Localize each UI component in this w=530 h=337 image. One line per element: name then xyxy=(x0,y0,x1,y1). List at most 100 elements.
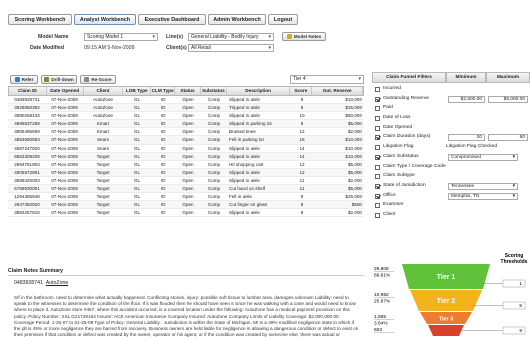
filter-checkbox[interactable] xyxy=(375,174,380,180)
lines-label: Line(s) xyxy=(166,34,184,40)
clients-value: All Retail xyxy=(191,45,211,51)
col-status[interactable]: Status xyxy=(175,87,201,95)
threshold-value: 1 xyxy=(519,281,522,287)
filter-checkbox[interactable] xyxy=(375,164,380,170)
tier-select[interactable]: Tier 4 ▾ xyxy=(290,75,364,84)
funnel-tier-count: 502 xyxy=(374,327,382,333)
table-cell: Sears xyxy=(96,137,109,143)
table-cell: Target xyxy=(96,194,110,200)
table-cell: Comp xyxy=(207,210,221,216)
table-row[interactable]: 2894781903 07-Nov-2009 Target GL IO Open Comp H… xyxy=(8,161,364,169)
table-row[interactable]: 6883309209 07-Nov-2009 Target GL IO Open Comp S… xyxy=(8,152,364,161)
filter-checkbox[interactable] xyxy=(375,125,380,131)
filter-checkbox[interactable] xyxy=(375,183,380,189)
col-client[interactable]: Client xyxy=(84,87,124,95)
table-row[interactable]: 3893267816 07-Nov-2009 Target GL IO Open Comp S… xyxy=(8,209,364,218)
table-cell: 3980258433 xyxy=(14,113,40,119)
table-cell: Comp xyxy=(207,129,221,135)
filter-label: Client xyxy=(383,211,396,217)
table-row[interactable]: 4687247920 07-Nov-2009 Sears GL IO Open Comp Sl… xyxy=(8,145,364,153)
funnel-tier-count: 1,565 xyxy=(374,314,386,320)
lines-value: General Liability - Bodily Injury xyxy=(191,34,259,40)
table-row[interactable]: 5789930091 07-Nov-2009 Target GL IO Open Comp C… xyxy=(8,185,364,194)
table-cell: 07-Nov-2009 xyxy=(51,161,78,167)
filter-min-input[interactable]: 30 xyxy=(448,134,485,142)
table-cell: IO xyxy=(160,186,166,192)
table-cell: IO xyxy=(160,169,166,175)
table-row[interactable]: 3689420003 07-Nov-2009 Target GL IO Open Comp S… xyxy=(8,177,364,186)
filter-checkbox[interactable] xyxy=(375,145,380,151)
table-cell: 10 xyxy=(299,113,305,119)
table-cell: 2894781903 xyxy=(14,161,40,167)
table-cell: Target xyxy=(96,177,110,183)
table-cell: Open xyxy=(182,97,194,102)
col-out-reserve[interactable]: Out. Reserve xyxy=(312,87,364,95)
filter-label: Date of Loss xyxy=(383,115,411,121)
model-notes-button[interactable]: Model Notes xyxy=(282,32,326,41)
filter-checkbox[interactable] xyxy=(375,212,380,218)
filter-min-input[interactable]: $2,500.00 xyxy=(448,95,485,103)
table-row[interactable]: 0483928741 07-Nov-2009 AutoZone GL IO Open Com… xyxy=(8,96,364,105)
table-cell: Open xyxy=(182,161,194,167)
filter-checkbox[interactable] xyxy=(375,203,380,209)
table-cell: Slipped in aisle xyxy=(229,169,260,175)
table-cell: GL xyxy=(133,145,141,151)
table-row[interactable]: 2947382920 07-Nov-2009 Target GL IO Open Comp C… xyxy=(8,201,364,210)
col-date-opened[interactable]: Date Opened xyxy=(47,87,84,95)
table-row[interactable]: 3928850392 07-Nov-2009 AutoZone GL IO Open Com… xyxy=(8,104,364,113)
table-row[interactable]: 3980258433 07-Nov-2009 AutoZone GL IO Open Com… xyxy=(8,112,364,121)
table-row[interactable]: 4905972891 07-Nov-2009 Target GL IO Open Comp S… xyxy=(8,168,364,177)
table-cell: 07-Nov-2009 xyxy=(51,121,78,127)
filter-select[interactable]: Tennessee ▾ xyxy=(448,182,518,190)
filter-max-input[interactable]: $5,000.00 xyxy=(488,95,528,103)
table-cell: 07-Nov-2009 xyxy=(51,177,78,183)
col-description[interactable]: Description xyxy=(227,87,291,95)
table-cell: GL xyxy=(133,202,141,208)
filter-checkbox[interactable] xyxy=(375,154,380,160)
re-score-button[interactable]: Re-Score xyxy=(80,75,116,84)
filter-checkbox[interactable] xyxy=(375,116,380,122)
filter-checkbox[interactable] xyxy=(375,96,380,102)
col-lob-type[interactable]: LOB Type xyxy=(123,87,152,95)
tab-admin-workbench[interactable]: Admin Workbench xyxy=(208,14,266,25)
model-name-select[interactable]: Scoring Model 1 ▾ xyxy=(84,33,158,41)
filter-checkbox[interactable] xyxy=(375,106,380,112)
filter-checkbox[interactable] xyxy=(375,87,380,92)
tab-logout[interactable]: Logout xyxy=(268,14,298,25)
col-substatus[interactable]: Substatus xyxy=(201,87,227,95)
table-cell: $10,000 xyxy=(345,97,362,102)
table-cell: 18 xyxy=(299,137,305,143)
claim-notes-title: Claim Notes Summary xyxy=(8,268,64,274)
filter-max-input[interactable]: 60 xyxy=(488,134,528,142)
table-cell: GL xyxy=(133,129,141,135)
funnel-tier-percent: 3.64% xyxy=(374,321,388,327)
filter-select[interactable]: Compromised ▾ xyxy=(448,153,518,161)
table-cell: Sears xyxy=(96,145,109,151)
lines-select[interactable]: General Liability - Bodily Injury ▾ xyxy=(188,33,274,41)
table-cell: 12 xyxy=(299,161,305,167)
col-score[interactable]: Score xyxy=(290,87,313,95)
filter-select-value: Memphis, TN xyxy=(451,193,480,199)
drill-down-button[interactable]: Drill-down xyxy=(41,75,77,84)
funnel-tier-band[interactable] xyxy=(428,325,464,336)
funnel-header-minimum: Minimum xyxy=(446,72,486,83)
filter-checkbox[interactable] xyxy=(375,135,380,141)
clients-select[interactable]: All Retail ▾ xyxy=(188,44,274,52)
col-clm-type[interactable]: CLM Type xyxy=(151,87,176,95)
tab-analyst-workbench[interactable]: Analyst Workbench xyxy=(74,14,136,25)
table-cell: 14 xyxy=(299,145,305,151)
table-cell: Target xyxy=(96,153,110,159)
table-cell: Cut hand on shelf xyxy=(229,186,266,192)
refer-button[interactable]: Refer xyxy=(10,75,38,84)
tab-executive-dashboard[interactable]: Executive Dashboard xyxy=(138,14,206,25)
model-name-label: Model Name xyxy=(38,34,69,40)
col-claim-id[interactable]: Claim ID xyxy=(9,87,47,95)
table-row[interactable]: 4896637258 07-Nov-2009 Kmart GL IO Open Comp Sl… xyxy=(8,120,364,129)
tab-scoring-workbench[interactable]: Scoring Workbench xyxy=(8,14,72,25)
table-row[interactable]: 3905495599 07-Nov-2009 Kmart GL IO Open Comp Br… xyxy=(8,128,364,137)
table-row[interactable]: 4893590883 07-Nov-2009 Sears GL IO Open Comp Fe… xyxy=(8,136,364,145)
filter-select[interactable]: Memphis, TN ▾ xyxy=(448,192,518,200)
filter-checkbox[interactable] xyxy=(375,193,380,199)
table-row[interactable]: 1294385948 07-Nov-2009 Target GL IO Open Comp F… xyxy=(8,193,364,202)
table-cell: $2,000 xyxy=(347,129,362,135)
